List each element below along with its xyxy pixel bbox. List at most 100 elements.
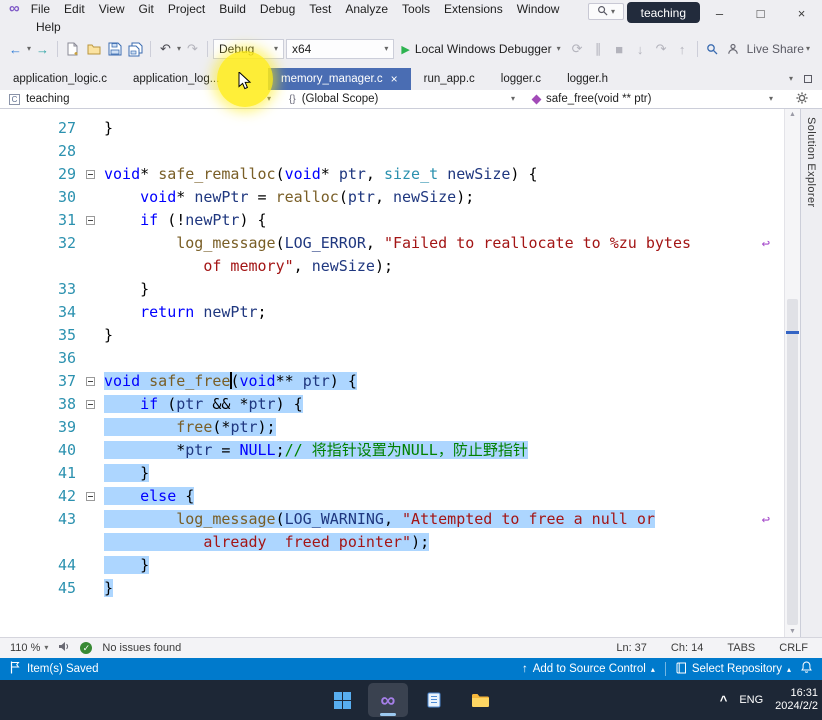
code-row[interactable]: 33 }: [0, 278, 784, 301]
code-row[interactable]: 36: [0, 347, 784, 370]
fold-collapse-icon[interactable]: [85, 400, 95, 409]
code-row[interactable]: 39 free(*ptr);: [0, 416, 784, 439]
select-repository-button[interactable]: Select Repository ▴: [676, 662, 791, 677]
navigate-back-icon[interactable]: ←: [6, 39, 25, 59]
menu-test[interactable]: Test: [302, 0, 338, 18]
language-indicator[interactable]: ENG: [739, 694, 763, 706]
menu-tools[interactable]: Tools: [395, 0, 437, 18]
menu-window[interactable]: Window: [510, 0, 567, 18]
quick-search-box[interactable]: ▾: [588, 3, 624, 20]
start-debugging-button[interactable]: ▶ Local Windows Debugger ▾: [396, 39, 565, 59]
code-row[interactable]: 34 return newPtr;: [0, 301, 784, 324]
code-row[interactable]: 29 void* safe_remalloc(void* ptr, size_t …: [0, 163, 784, 186]
code-row[interactable]: 35}: [0, 324, 784, 347]
fold-margin[interactable]: [76, 485, 104, 508]
fold-margin[interactable]: [76, 163, 104, 186]
member-dropdown[interactable]: safe_free(void ** ptr) ▾: [524, 90, 782, 108]
solution-configuration-dropdown[interactable]: Debug ▾: [212, 39, 284, 59]
stop-icon[interactable]: ■: [610, 39, 629, 59]
toolbar-overflow-icon[interactable]: ▾: [806, 45, 810, 53]
menu-edit[interactable]: Edit: [57, 0, 92, 18]
notebook-app-icon[interactable]: [414, 683, 454, 717]
project-dropdown[interactable]: C teaching ▾: [0, 90, 280, 108]
menu-file[interactable]: File: [24, 0, 57, 18]
menu-extensions[interactable]: Extensions: [437, 0, 510, 18]
menu-view[interactable]: View: [92, 0, 132, 18]
find-in-files-icon[interactable]: [703, 39, 722, 59]
tab-memory-manager[interactable]: memory_manager.c ×: [267, 68, 411, 90]
active-files-dropdown-icon[interactable]: ▾: [789, 75, 793, 83]
code-row[interactable]: 28: [0, 140, 784, 163]
save-icon[interactable]: [105, 39, 124, 59]
maximize-button[interactable]: □: [740, 0, 781, 26]
feedback-icon[interactable]: [58, 641, 70, 655]
line-ending-indicator[interactable]: CRLF: [779, 642, 808, 654]
fold-margin[interactable]: [76, 370, 104, 393]
code-row[interactable]: already freed pointer");: [0, 531, 784, 554]
navigate-forward-icon[interactable]: →: [33, 39, 52, 59]
code-row[interactable]: 27}: [0, 117, 784, 140]
code-row[interactable]: 45}: [0, 577, 784, 600]
fold-margin[interactable]: [76, 393, 104, 416]
code-row[interactable]: 37 void safe_free(void** ptr) {: [0, 370, 784, 393]
code-row[interactable]: 44 }: [0, 554, 784, 577]
redo-icon[interactable]: ↷: [183, 39, 202, 59]
gear-icon[interactable]: [796, 91, 808, 107]
menu-analyze[interactable]: Analyze: [338, 0, 395, 18]
menu-project[interactable]: Project: [161, 0, 212, 18]
zoom-dropdown[interactable]: 110 % ▾: [10, 642, 48, 654]
tab-logger-c[interactable]: logger.c: [488, 68, 554, 90]
tray-overflow-icon[interactable]: ^: [720, 693, 728, 708]
taskbar-clock[interactable]: 16:31 2024/2/2: [775, 687, 818, 713]
live-share-icon[interactable]: [724, 39, 743, 59]
code-row[interactable]: 42 else {: [0, 485, 784, 508]
code-row[interactable]: 38 if (ptr && *ptr) {: [0, 393, 784, 416]
tab-application-logic[interactable]: application_logic.c: [0, 68, 120, 90]
step-over-icon[interactable]: ↷: [652, 39, 671, 59]
menu-build[interactable]: Build: [212, 0, 253, 18]
code-row[interactable]: 43 log_message(LOG_WARNING, "Attempted t…: [0, 508, 784, 531]
notifications-bell-icon[interactable]: [801, 661, 812, 677]
fold-collapse-icon[interactable]: [85, 377, 95, 386]
open-file-icon[interactable]: [84, 39, 103, 59]
menu-help[interactable]: Help: [29, 18, 68, 36]
float-window-icon[interactable]: [804, 75, 812, 83]
code-row[interactable]: 30 void* newPtr = realloc(ptr, newSize);: [0, 186, 784, 209]
navigate-back-dropdown-icon[interactable]: ▾: [27, 45, 31, 53]
solution-platform-dropdown[interactable]: x64 ▾: [286, 39, 395, 59]
live-share-label[interactable]: Live Share: [747, 42, 804, 56]
save-all-icon[interactable]: [126, 39, 145, 59]
code-row[interactable]: 40 *ptr = NULL;// 将指针设置为NULL，防止野指针: [0, 439, 784, 462]
tab-run-app[interactable]: run_app.c: [411, 68, 488, 90]
undo-icon[interactable]: ↶: [156, 39, 175, 59]
fold-collapse-icon[interactable]: [85, 216, 95, 225]
scroll-up-icon[interactable]: ▲: [785, 111, 800, 118]
code-row[interactable]: 31 if (!newPtr) {: [0, 209, 784, 232]
line-indicator[interactable]: Ln: 37: [616, 642, 647, 654]
add-to-source-control-button[interactable]: ↑ Add to Source Control ▴: [522, 663, 655, 675]
undo-dropdown-icon[interactable]: ▾: [177, 45, 181, 53]
fold-margin[interactable]: [76, 209, 104, 232]
code-editor[interactable]: 27} 28 29 void* safe_remalloc(void* ptr, si…: [0, 109, 784, 637]
minimize-button[interactable]: –: [699, 0, 740, 26]
column-indicator[interactable]: Ch: 14: [671, 642, 703, 654]
issues-message[interactable]: No issues found: [102, 642, 181, 654]
pause-icon[interactable]: ∥: [589, 39, 608, 59]
code-row[interactable]: 32 log_message(LOG_ERROR, "Failed to rea…: [0, 232, 784, 255]
file-explorer-icon[interactable]: [460, 683, 500, 717]
close-button[interactable]: ×: [781, 0, 822, 26]
hot-reload-icon[interactable]: ⟳: [568, 39, 587, 59]
code-row[interactable]: 41 }: [0, 462, 784, 485]
step-into-icon[interactable]: ↓: [631, 39, 650, 59]
visual-studio-taskbar-icon[interactable]: ∞: [368, 683, 408, 717]
scroll-down-icon[interactable]: ▼: [785, 628, 800, 635]
editor-vertical-scrollbar[interactable]: ▲ ▼: [784, 109, 800, 637]
menu-debug[interactable]: Debug: [253, 0, 302, 18]
solution-explorer-tab[interactable]: Solution Explorer: [805, 109, 817, 208]
scope-dropdown[interactable]: {} (Global Scope) ▾: [280, 90, 524, 108]
menu-git[interactable]: Git: [132, 0, 161, 18]
step-out-icon[interactable]: ↑: [673, 39, 692, 59]
fold-collapse-icon[interactable]: [85, 170, 95, 179]
tab-application-log[interactable]: application_log...: [120, 68, 268, 90]
fold-collapse-icon[interactable]: [85, 492, 95, 501]
